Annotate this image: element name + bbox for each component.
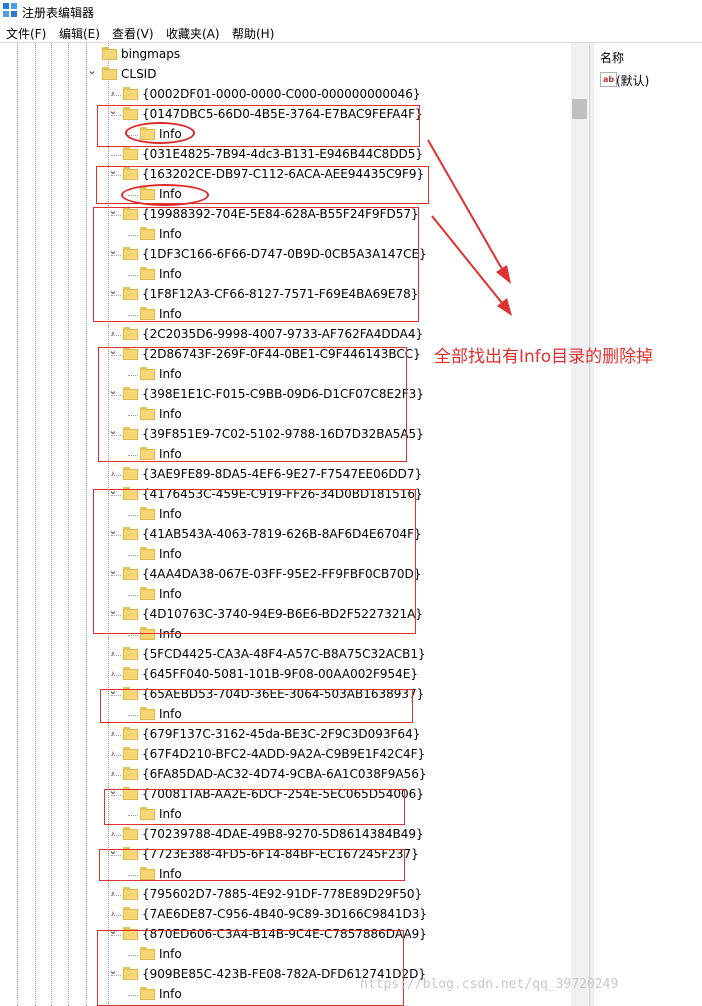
arrow-line: [431, 215, 507, 309]
annotation-text: 全部找出有Info目录的删除掉: [434, 347, 654, 367]
arrow-head: [496, 265, 511, 284]
watermark: https://blog.csdn.net/qq_39720249: [360, 977, 619, 992]
arrow-line: [427, 139, 507, 277]
annotation-arrows: [427, 139, 512, 316]
